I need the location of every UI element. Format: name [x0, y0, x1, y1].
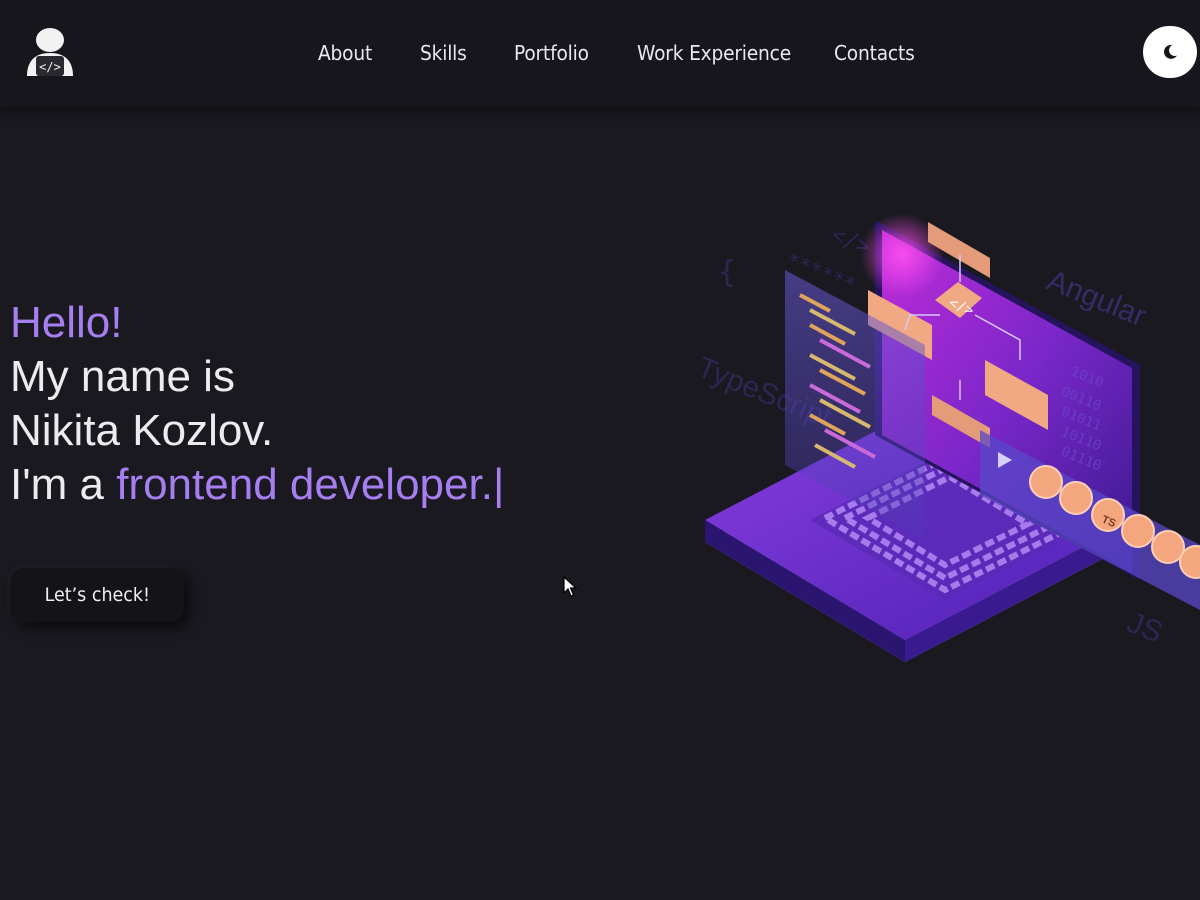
hero-line-name-intro: My name is — [10, 352, 235, 401]
nav-contacts[interactable]: Contacts — [834, 41, 915, 65]
hero-greeting: Hello! — [10, 298, 123, 347]
main-navigation: About Skills Portfolio Work Experience C… — [0, 0, 1200, 107]
lets-check-button[interactable]: Let’s check! — [10, 568, 184, 622]
isometric-laptop-illustration: Angular TypeScript JS </> { ****** 1010 … — [640, 190, 1200, 750]
hero-line-role: I'm a frontend developer.| — [10, 458, 504, 512]
hero-heading: Hello! My name is Nikita Kozlov. I'm a f… — [10, 296, 504, 512]
theme-toggle-button[interactable] — [1143, 26, 1197, 78]
hero-line-name: Nikita Kozlov. — [10, 406, 274, 455]
nav-work-experience[interactable]: Work Experience — [637, 41, 791, 65]
site-header: </> About Skills Portfolio Work Experien… — [0, 0, 1200, 107]
nav-portfolio[interactable]: Portfolio — [514, 41, 589, 65]
lets-check-label: Let’s check! — [44, 584, 150, 606]
nav-about[interactable]: About — [318, 41, 372, 65]
hero-role-prefix: I'm a — [10, 460, 117, 509]
moon-icon — [1164, 44, 1177, 59]
nav-skills[interactable]: Skills — [420, 41, 467, 65]
typing-cursor: | — [492, 460, 505, 509]
mouse-cursor-icon — [563, 576, 577, 597]
hero-role: frontend developer. — [116, 460, 493, 509]
js-label: JS — [1122, 606, 1167, 650]
svg-text:{: { — [718, 255, 736, 290]
